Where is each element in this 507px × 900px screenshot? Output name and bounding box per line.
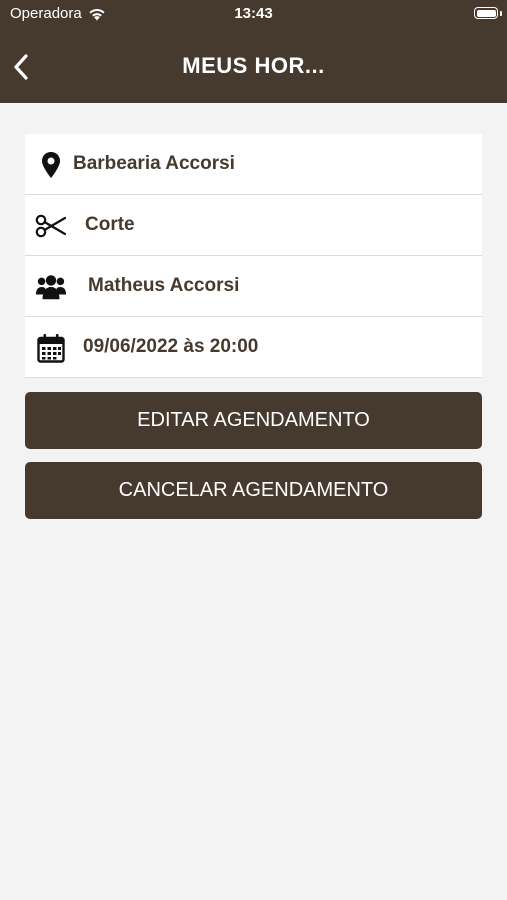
- detail-row-professional: Matheus Accorsi: [25, 256, 482, 317]
- app-header: Operadora 13:43 MEUS HOR...: [0, 0, 507, 103]
- detail-row-datetime: 09/06/2022 às 20:00: [25, 317, 482, 378]
- battery-icon: [474, 7, 498, 19]
- chevron-left-icon: [14, 54, 28, 80]
- detail-row-location: Barbearia Accorsi: [25, 134, 482, 195]
- battery-tip: [500, 11, 502, 16]
- professional-label: Matheus Accorsi: [88, 275, 240, 296]
- cancel-appointment-button[interactable]: CANCELAR AGENDAMENTO: [25, 462, 482, 519]
- status-time: 13:43: [234, 5, 273, 22]
- calendar-icon: [35, 332, 67, 364]
- users-icon: [35, 271, 67, 303]
- back-button[interactable]: [6, 50, 36, 84]
- status-bar: Operadora 13:43: [0, 0, 507, 28]
- page-title: MEUS HOR...: [182, 53, 325, 78]
- detail-row-service: Corte: [25, 195, 482, 256]
- edit-appointment-button[interactable]: EDITAR AGENDAMENTO: [25, 392, 482, 449]
- location-label: Barbearia Accorsi: [73, 153, 235, 174]
- scissors-icon: [35, 210, 67, 242]
- appointment-details-card: Barbearia Accorsi Corte Matheus Accorsi: [25, 134, 482, 378]
- map-pin-icon: [35, 149, 67, 181]
- service-label: Corte: [85, 214, 135, 235]
- datetime-label: 09/06/2022 às 20:00: [83, 336, 259, 357]
